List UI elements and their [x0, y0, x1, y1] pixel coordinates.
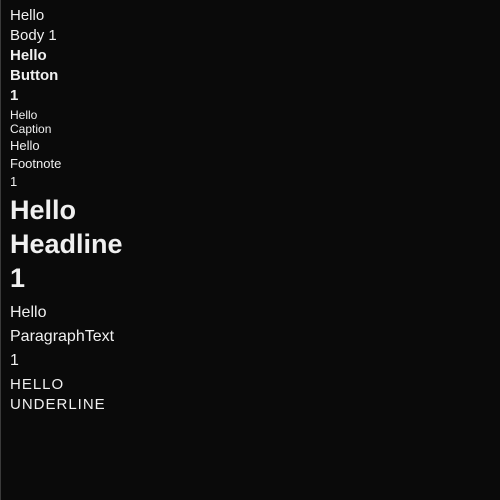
footnote-sample: Hello Footnote 1: [10, 138, 62, 189]
button-sample: Hello Button 1: [10, 47, 59, 104]
typography-preview-screen: Hello Body 1 Hello Button 1 Hello Captio…: [0, 0, 500, 500]
typography-stack: Hello Body 1 Hello Button 1 Hello Captio…: [10, 6, 310, 415]
caption-sample: Hello Caption: [10, 108, 52, 136]
headline-sample: Hello Headline 1: [10, 195, 123, 293]
body1-sample: Hello Body 1: [10, 7, 57, 44]
underline-sample: HELLO UNDERLINE: [10, 376, 106, 413]
paragraph-text-sample: Hello ParagraphText 1: [10, 304, 115, 369]
